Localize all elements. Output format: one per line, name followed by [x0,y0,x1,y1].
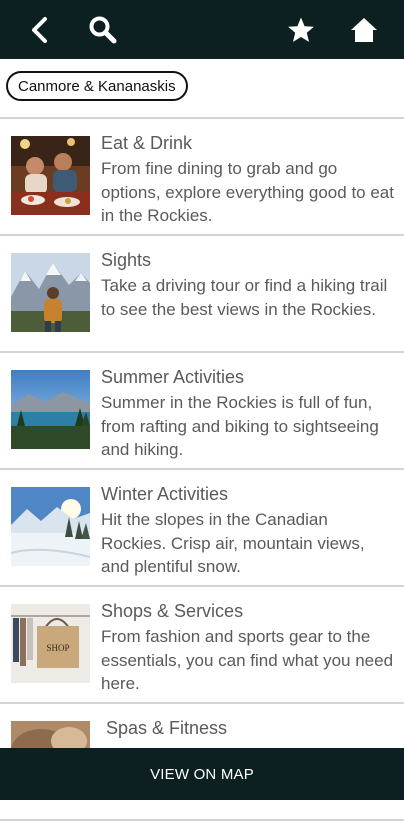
category-title: Shops & Services [101,601,244,621]
category-item-shops-services[interactable]: SHOP Shops & Services From fashion and s… [0,587,404,704]
category-title: Eat & Drink [101,133,193,153]
category-title: Summer Activities [101,367,245,387]
summer-activities-thumbnail [11,370,90,449]
back-button[interactable] [18,8,62,52]
star-icon [288,17,314,42]
category-item-eat-drink[interactable]: Eat & Drink From fine dining to grab and… [0,119,404,236]
category-description: From fashion and sports gear to the esse… [101,627,394,693]
search-button[interactable] [81,8,125,52]
category-description: From fine dining to grab and go options,… [101,159,394,225]
category-description: Take a driving tour or find a hiking tra… [101,276,388,319]
sights-thumbnail [11,253,90,332]
category-item-sights[interactable]: Sights Take a driving tour or find a hik… [0,236,404,353]
region-filter-chip[interactable]: Canmore & Kananaskis [6,71,188,101]
category-title: Sights [101,250,152,270]
eat-drink-thumbnail [11,136,90,215]
category-description: Summer in the Rockies is full of fun, fr… [101,393,379,459]
home-button[interactable] [342,8,386,52]
top-toolbar [0,0,404,59]
chevron-left-icon [32,17,47,43]
category-list: Eat & Drink From fine dining to grab and… [0,119,404,821]
category-title: Winter Activities [101,484,229,504]
shop-bag-text: SHOP [46,643,69,653]
home-icon [351,18,377,42]
winter-activities-thumbnail [11,487,90,566]
category-title: Spas & Fitness [101,718,228,738]
favorites-button[interactable] [279,8,323,52]
filter-bar: Canmore & Kananaskis [0,59,404,119]
view-on-map-button[interactable]: VIEW ON MAP [0,748,404,800]
category-item-summer-activities[interactable]: Summer Activities Summer in the Rockies … [0,353,404,470]
shops-services-thumbnail: SHOP [11,604,90,683]
category-description: Hit the slopes in the Canadian Rockies. … [101,510,365,576]
category-item-winter-activities[interactable]: Winter Activities Hit the slopes in the … [0,470,404,587]
search-icon [89,16,117,44]
